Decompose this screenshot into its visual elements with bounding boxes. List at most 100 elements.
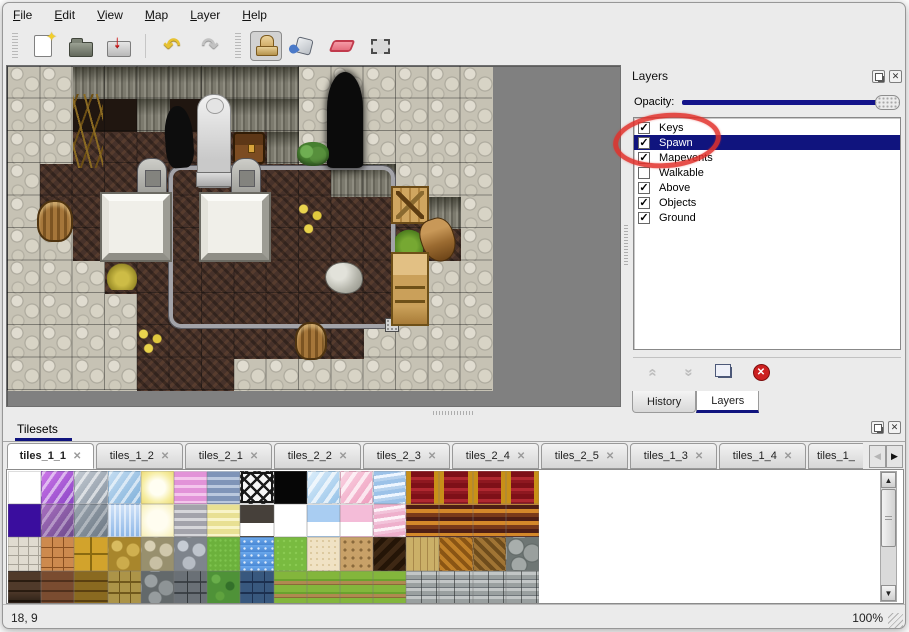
palette-tile-bk-dbrown[interactable]	[8, 571, 41, 604]
map-tile[interactable]	[428, 359, 460, 391]
tab-history[interactable]: History	[632, 391, 696, 413]
close-panel-icon[interactable]: ✕	[889, 70, 902, 83]
tileset-tab-tiles_1_[interactable]: tiles_1_	[808, 443, 863, 469]
delete-layer-button[interactable]: ✕	[749, 361, 773, 385]
map-tile[interactable]	[461, 359, 493, 391]
tab-close-icon[interactable]: ✕	[250, 451, 258, 462]
palette-tile-glow-y[interactable]	[141, 471, 174, 504]
menu-edit[interactable]: Edit	[54, 8, 75, 22]
tileset-tab-tiles_1_3[interactable]: tiles_1_3✕	[630, 443, 717, 469]
float-panel-icon[interactable]	[871, 421, 884, 434]
palette-tile-carpet[interactable]	[473, 471, 506, 504]
tab-close-icon[interactable]: ✕	[517, 451, 525, 462]
map-tile[interactable]	[364, 99, 396, 131]
palette-tile-grass2[interactable]	[274, 537, 307, 570]
palette-tile-logs[interactable]	[506, 537, 539, 570]
close-panel-icon[interactable]: ✕	[888, 421, 901, 434]
redo-button[interactable]: ↷	[194, 31, 226, 61]
map-tile[interactable]	[267, 99, 299, 131]
menu-view[interactable]: View	[97, 8, 123, 22]
layer-checkbox[interactable]: ✓	[638, 197, 650, 209]
move-layer-down-button[interactable]: »	[677, 361, 701, 385]
palette-tile-empty[interactable]	[8, 471, 41, 504]
palette-tile-glow-p[interactable]	[141, 504, 174, 537]
palette-tile-carpet[interactable]	[506, 471, 539, 504]
map-tile[interactable]	[396, 67, 428, 99]
map-tile[interactable]	[428, 132, 460, 164]
menu-file[interactable]: File	[13, 8, 32, 22]
map-tile[interactable]	[73, 229, 105, 261]
layer-row-above[interactable]: ✓Above	[634, 180, 900, 195]
map-tile[interactable]	[396, 359, 428, 391]
palette-tile-cr-gray-d[interactable]	[74, 504, 107, 537]
map-tile[interactable]	[461, 261, 493, 293]
map-tile[interactable]	[40, 132, 72, 164]
palette-tile-sand[interactable]	[307, 537, 340, 570]
map-tile[interactable]	[396, 132, 428, 164]
map-tile[interactable]	[234, 67, 266, 99]
layer-row-mapevents[interactable]: ✓Mapevents	[634, 150, 900, 165]
layer-checkbox[interactable]: ✓	[638, 137, 650, 149]
tileset-tab-tiles_2_5[interactable]: tiles_2_5✕	[541, 443, 628, 469]
duplicate-layer-button[interactable]	[713, 361, 737, 385]
map-tile[interactable]	[461, 132, 493, 164]
palette-tile-dirt[interactable]	[340, 537, 373, 570]
palette-tile-cr-purple[interactable]	[41, 471, 74, 504]
palette-tile-cob-b[interactable]	[141, 537, 174, 570]
palette-tile-planks-g[interactable]	[439, 571, 472, 604]
tab-close-icon[interactable]: ✕	[339, 451, 347, 462]
palette-tile-tile-gold[interactable]	[74, 537, 107, 570]
tileset-tab-tiles_2_1[interactable]: tiles_2_1✕	[185, 443, 272, 469]
save-file-button[interactable]	[103, 31, 135, 61]
map-tile[interactable]	[428, 261, 460, 293]
map-tile[interactable]	[40, 294, 72, 326]
palette-tile-planks-g[interactable]	[506, 571, 539, 604]
map-tile[interactable]	[137, 294, 169, 326]
map-tile[interactable]	[428, 164, 460, 196]
layer-checkbox[interactable]: ✓	[638, 152, 650, 164]
layer-checkbox[interactable]	[638, 167, 650, 179]
layer-checkbox[interactable]: ✓	[638, 182, 650, 194]
palette-tile-planks-g[interactable]	[406, 571, 439, 604]
palette-tile-planks-l[interactable]	[406, 537, 439, 570]
layer-row-walkable[interactable]: Walkable	[634, 165, 900, 180]
map-tile[interactable]	[105, 164, 137, 196]
map-tile[interactable]	[299, 359, 331, 391]
palette-tile-cr-purple-d[interactable]	[41, 504, 74, 537]
map-tile[interactable]	[105, 359, 137, 391]
map-tile[interactable]	[396, 99, 428, 131]
map-tile[interactable]	[40, 359, 72, 391]
scroll-up-button[interactable]: ▲	[881, 472, 896, 488]
palette-tile-cr-blue2[interactable]	[307, 471, 340, 504]
scroll-down-button[interactable]: ▼	[881, 585, 896, 601]
eraser-tool-button[interactable]	[326, 31, 358, 61]
palette-tile-stone-w[interactable]	[8, 537, 41, 570]
palette-tile-wood-d[interactable]	[373, 537, 406, 570]
map-tile[interactable]	[40, 164, 72, 196]
opacity-slider-handle[interactable]	[875, 95, 900, 110]
map-tile[interactable]	[73, 326, 105, 358]
map-tile[interactable]	[137, 261, 169, 293]
map-tile[interactable]	[40, 261, 72, 293]
map-tile[interactable]	[331, 326, 363, 358]
palette-tile-st-yellow[interactable]	[207, 504, 240, 537]
map-tile[interactable]	[461, 197, 493, 229]
palette-tile-carpet[interactable]	[406, 471, 439, 504]
menu-help[interactable]: Help	[242, 8, 267, 22]
palette-tile-rb-pink[interactable]	[373, 504, 406, 537]
move-layer-up-button[interactable]: «	[641, 361, 665, 385]
vertical-splitter[interactable]	[622, 65, 630, 407]
toolbar-grip[interactable]	[235, 33, 241, 59]
opacity-slider[interactable]	[680, 94, 900, 110]
palette-tile-cr-pink[interactable]	[340, 471, 373, 504]
tileset-tab-tiles_2_4[interactable]: tiles_2_4✕	[452, 443, 539, 469]
map-tile[interactable]	[234, 359, 266, 391]
palette-tile-rb-blue[interactable]	[373, 471, 406, 504]
map-tile[interactable]	[461, 326, 493, 358]
palette-tile-black[interactable]	[274, 471, 307, 504]
palette-scrollbar[interactable]: ▲ ▼	[880, 471, 897, 602]
layer-checkbox[interactable]: ✓	[638, 212, 650, 224]
palette-tile-grassrow[interactable]	[307, 571, 340, 604]
palette-tile-planks-g[interactable]	[473, 571, 506, 604]
map-tile[interactable]	[8, 261, 40, 293]
